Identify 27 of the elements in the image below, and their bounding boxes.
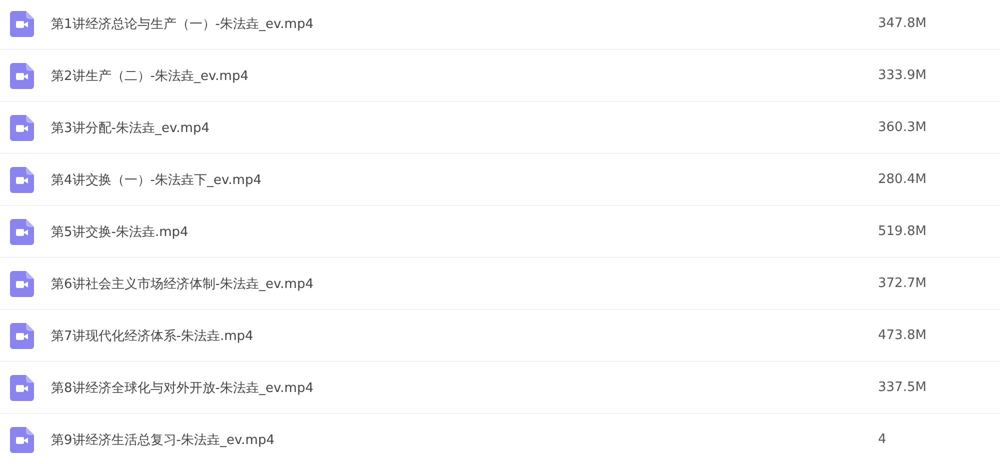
file-name[interactable]: 第6讲社会主义市场经济体制-朱法垚_ev.mp4 bbox=[51, 274, 878, 292]
file-size: 372.7M bbox=[878, 276, 926, 291]
file-name[interactable]: 第9讲经济生活总复习-朱法垚_ev.mp4 bbox=[51, 430, 878, 448]
file-size: 519.8M bbox=[878, 224, 926, 239]
file-size: 4 bbox=[878, 432, 886, 447]
file-name[interactable]: 第4讲交换（一）-朱法垚下_ev.mp4 bbox=[51, 170, 878, 188]
file-name[interactable]: 第3讲分配-朱法垚_ev.mp4 bbox=[51, 118, 878, 136]
file-name[interactable]: 第7讲现代化经济体系-朱法垚.mp4 bbox=[51, 326, 878, 344]
video-file-icon bbox=[10, 62, 34, 88]
file-size: 360.3M bbox=[878, 120, 926, 135]
video-file-icon bbox=[10, 426, 34, 452]
file-size: 280.4M bbox=[878, 172, 926, 187]
video-file-icon bbox=[10, 10, 34, 36]
video-file-icon bbox=[10, 374, 34, 400]
file-name[interactable]: 第5讲交换-朱法垚.mp4 bbox=[51, 222, 878, 240]
video-file-icon bbox=[10, 114, 34, 140]
video-file-icon bbox=[10, 166, 34, 192]
file-size: 473.8M bbox=[878, 328, 926, 343]
video-file-icon bbox=[10, 322, 34, 348]
file-size: 333.9M bbox=[878, 68, 926, 83]
file-name[interactable]: 第8讲经济全球化与对外开放-朱法垚_ev.mp4 bbox=[51, 378, 878, 396]
video-file-icon bbox=[10, 218, 34, 244]
file-name[interactable]: 第1讲经济总论与生产（一）-朱法垚_ev.mp4 bbox=[51, 14, 878, 32]
video-file-icon bbox=[10, 270, 34, 296]
file-size: 347.8M bbox=[878, 16, 926, 31]
file-name[interactable]: 第2讲生产（二）-朱法垚_ev.mp4 bbox=[51, 66, 878, 84]
file-size: 337.5M bbox=[878, 380, 926, 395]
